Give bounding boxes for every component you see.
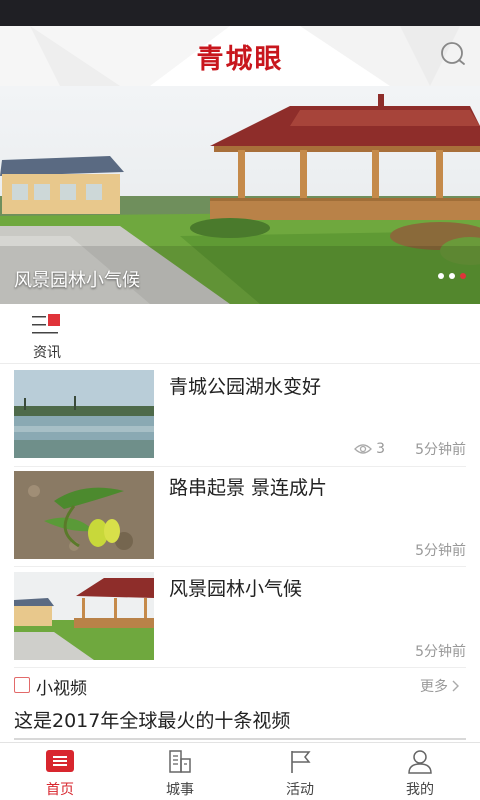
app-header: 青城眼: [0, 26, 480, 86]
flag-icon: [291, 751, 311, 773]
divider: [14, 667, 466, 668]
more-label: 更多: [420, 679, 448, 695]
video-headline[interactable]: 这是2017年全球最火的十条视频: [14, 706, 290, 733]
carousel-dots[interactable]: [438, 273, 466, 279]
news-item[interactable]: 青城公园湖水变好 3 5分钟前: [14, 370, 466, 470]
tab-activity[interactable]: 活动: [240, 743, 360, 800]
news-thumbnail: [14, 471, 154, 559]
video-section-icon: [14, 677, 30, 693]
divider: [0, 363, 480, 364]
more-link[interactable]: 更多: [420, 676, 460, 696]
status-bar: [0, 0, 480, 26]
search-icon: [441, 42, 465, 65]
news-title: 路串起景 景连成片: [169, 477, 328, 499]
divider: [14, 466, 466, 467]
city-icon: [169, 750, 191, 773]
carousel-dot-active[interactable]: [460, 273, 466, 279]
carousel-dot[interactable]: [438, 273, 444, 279]
video-section-header: 小视频 更多: [14, 672, 466, 700]
tab-label: 首页: [46, 782, 74, 798]
news-channel-icon: [32, 314, 60, 334]
home-icon: [46, 750, 74, 772]
news-item[interactable]: 路串起景 景连成片 5分钟前: [14, 471, 466, 571]
news-meta: 5分钟前: [415, 641, 466, 661]
tab-label: 我的: [406, 782, 434, 798]
news-time: 5分钟前: [415, 543, 466, 559]
tab-label: 活动: [286, 782, 314, 798]
user-icon: [408, 750, 432, 774]
tab-label: 城事: [166, 782, 194, 798]
bottom-tab-bar: 首页 城事 活动 我的: [0, 742, 480, 800]
news-thumbnail: [14, 370, 154, 458]
news-time: 5分钟前: [415, 442, 466, 458]
news-time: 5分钟前: [415, 644, 466, 660]
app-title: 青城眼: [196, 44, 284, 75]
channel-label: 资讯: [33, 345, 61, 361]
video-preview-strip[interactable]: [14, 738, 466, 740]
banner-caption: 风景园林小气候: [14, 270, 140, 291]
news-item[interactable]: 风景园林小气候 5分钟前: [14, 572, 466, 672]
tab-home[interactable]: 首页: [0, 743, 120, 800]
news-thumbnail: [14, 572, 154, 660]
carousel-dot[interactable]: [449, 273, 455, 279]
view-count-value: 3: [376, 441, 386, 457]
section-title: 小视频: [36, 679, 87, 699]
tab-city[interactable]: 城事: [120, 743, 240, 800]
tab-mine[interactable]: 我的: [360, 743, 480, 800]
news-title: 风景园林小气候: [169, 578, 303, 600]
search-button[interactable]: [438, 39, 468, 69]
eye-icon: [354, 444, 373, 454]
chevron-right-icon: [452, 680, 459, 692]
channel-news[interactable]: 资讯: [22, 310, 72, 362]
view-count: 3: [354, 441, 385, 457]
news-title: 青城公园湖水变好: [169, 376, 322, 398]
news-meta: 3 5分钟前: [354, 439, 466, 459]
divider: [14, 566, 466, 567]
news-meta: 5分钟前: [415, 540, 466, 560]
